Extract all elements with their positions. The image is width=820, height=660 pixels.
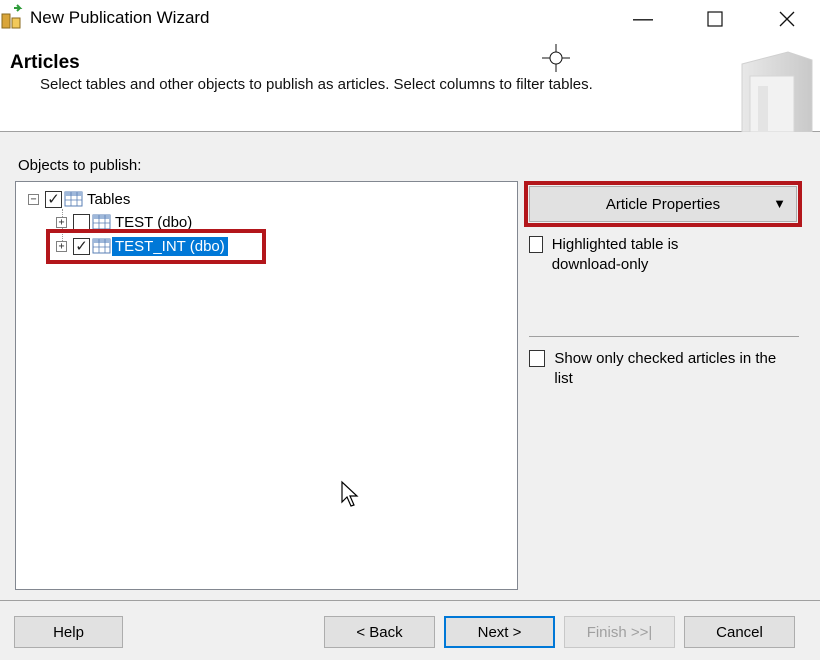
finish-button[interactable]: Finish >>| (564, 616, 675, 648)
objects-to-publish-label: Objects to publish: (18, 157, 142, 174)
crosshair-icon (542, 44, 570, 72)
download-only-option[interactable]: Highlighted table is download-only (529, 235, 729, 275)
show-checked-only-label: Show only checked articles in the list (554, 350, 777, 387)
expand-toggle[interactable]: + (56, 216, 67, 228)
show-checked-only-checkbox[interactable] (529, 350, 546, 367)
show-checked-only-option[interactable]: Show only checked articles in the list (529, 349, 789, 389)
collapse-toggle[interactable]: − (28, 193, 39, 205)
tree-node-label: Tables (87, 190, 131, 208)
annotation-highlight-article-properties (524, 181, 802, 227)
back-button[interactable]: < Back (324, 616, 435, 648)
page-title: Articles (10, 52, 80, 73)
maximize-button[interactable] (692, 0, 738, 38)
maximize-icon (707, 11, 723, 27)
wizard-header: Articles Select tables and other objects… (0, 38, 820, 132)
window-title: New Publication Wizard (30, 8, 210, 27)
tables-checkbox[interactable]: ✓ (45, 190, 62, 208)
help-button[interactable]: Help (14, 616, 123, 648)
test-checkbox[interactable] (73, 213, 90, 231)
download-only-label: Highlighted table is download-only (551, 236, 679, 273)
minimize-button[interactable]: — (620, 0, 666, 38)
table-icon (64, 191, 83, 207)
close-icon (779, 11, 795, 27)
right-panel-divider (529, 336, 799, 337)
cancel-button[interactable]: Cancel (684, 616, 795, 648)
tree-node-tables[interactable]: − ✓ Tables (28, 188, 133, 210)
title-bar: New Publication Wizard — (0, 0, 820, 38)
close-button[interactable] (764, 0, 810, 38)
publication-wizard-icon (1, 4, 23, 29)
footer-divider (0, 600, 820, 601)
banner-graphic (741, 51, 813, 132)
download-only-checkbox[interactable] (529, 236, 543, 253)
next-button[interactable]: Next > (444, 616, 555, 648)
mouse-pointer-icon (341, 480, 359, 507)
annotation-highlight-test-int (46, 229, 266, 264)
page-subtitle: Select tables and other objects to publi… (40, 76, 593, 93)
